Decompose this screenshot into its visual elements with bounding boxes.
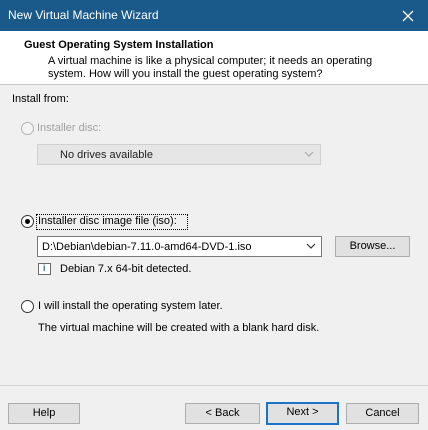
iso-image-label: Installer disc image file (iso): xyxy=(38,215,177,227)
install-from-label: Install from: xyxy=(12,93,69,105)
window-title: New Virtual Machine Wizard xyxy=(8,8,159,22)
installer-disc-radio[interactable] xyxy=(21,122,34,135)
chevron-down-icon xyxy=(306,240,316,255)
install-later-label: I will install the operating system late… xyxy=(38,300,223,312)
install-later-note: The virtual machine will be created with… xyxy=(38,322,320,334)
page-description: A virtual machine is like a physical com… xyxy=(48,55,373,80)
iso-path-dropdown[interactable]: D:\Debian\debian-7.11.0-amd64-DVD-1.iso xyxy=(37,236,322,257)
close-button[interactable] xyxy=(388,0,428,31)
page-title: Guest Operating System Installation xyxy=(24,39,214,51)
title-bar: New Virtual Machine Wizard xyxy=(0,0,428,31)
detected-os-text: Debian 7.x 64-bit detected. xyxy=(60,263,192,275)
browse-button[interactable]: Browse... xyxy=(335,236,410,257)
next-button[interactable]: Next > xyxy=(266,402,339,425)
iso-path-value: D:\Debian\debian-7.11.0-amd64-DVD-1.iso xyxy=(42,241,252,253)
info-icon xyxy=(38,263,51,275)
chevron-down-icon xyxy=(304,148,314,163)
wizard-footer: Help < Back Next > Cancel xyxy=(0,386,428,430)
install-later-radio[interactable] xyxy=(21,300,34,313)
wizard-header: Guest Operating System Installation A vi… xyxy=(0,31,428,85)
close-icon xyxy=(402,10,414,21)
installer-disc-label: Installer disc: xyxy=(37,122,102,134)
iso-image-radio[interactable] xyxy=(21,215,34,228)
help-button[interactable]: Help xyxy=(8,403,80,424)
installer-disc-dropdown[interactable]: No drives available xyxy=(37,144,321,165)
install-options-panel: Install from: Installer disc: No drives … xyxy=(0,85,428,385)
installer-disc-value: No drives available xyxy=(60,149,153,161)
back-button[interactable]: < Back xyxy=(185,403,260,424)
cancel-button[interactable]: Cancel xyxy=(346,403,419,424)
